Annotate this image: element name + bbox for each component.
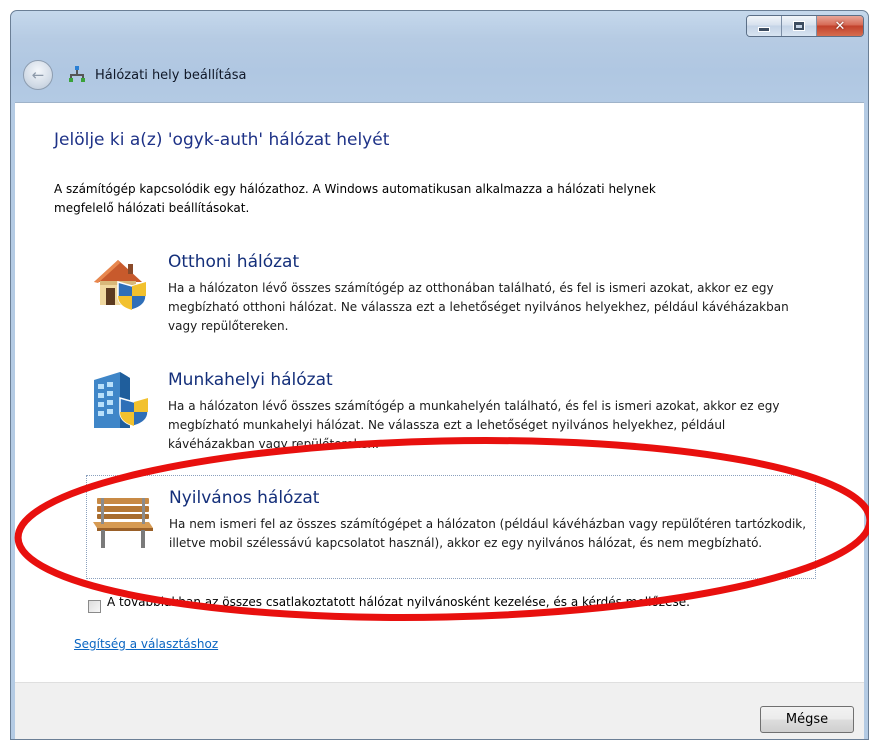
- option-description: Ha a hálózaton lévő összes számítógép az…: [168, 281, 789, 333]
- close-button[interactable]: ✕: [817, 16, 863, 36]
- treat-all-public-row: A továbbiakban az összes csatlakoztatott…: [88, 594, 747, 613]
- office-building-shield-icon: [94, 372, 149, 428]
- option-public-network[interactable]: Nyilvános hálózat Ha nem ismeri fel az ö…: [86, 475, 816, 579]
- option-work-network[interactable]: Munkahelyi hálózat Ha a hálózaton lévő ö…: [76, 370, 816, 470]
- footer: Mégse: [15, 682, 864, 739]
- cancel-button[interactable]: Mégse: [760, 706, 854, 733]
- option-description: Ha nem ismeri fel az összes számítógépet…: [169, 517, 807, 550]
- checkbox-label[interactable]: A továbbiakban az összes csatlakoztatott…: [107, 594, 747, 611]
- network-icon: [69, 66, 85, 82]
- nav-title: Hálózati hely beállítása: [95, 67, 247, 83]
- back-button[interactable]: ←: [23, 60, 53, 90]
- park-bench-icon: [93, 498, 153, 548]
- intro-text: A számítógép kapcsolódik egy hálózathoz.…: [54, 182, 656, 215]
- minimize-icon: [758, 26, 770, 32]
- caption-buttons: ✕: [746, 15, 864, 37]
- option-home-network[interactable]: Otthoni hálózat Ha a hálózaton lévő össz…: [76, 252, 816, 352]
- title-bar[interactable]: ✕: [11, 11, 868, 51]
- home-shield-icon: [94, 260, 147, 311]
- minimize-button[interactable]: [747, 16, 782, 36]
- page-heading: Jelölje ki a(z) 'ogyk-auth' hálózat hely…: [54, 130, 390, 150]
- navigation-bar: ← Hálózati hely beállítása: [23, 59, 246, 91]
- option-title: Munkahelyi hálózat: [168, 370, 333, 390]
- option-description: Ha a hálózaton lévő összes számítógép a …: [168, 399, 780, 451]
- treat-all-public-checkbox[interactable]: [88, 600, 101, 613]
- maximize-button[interactable]: [782, 16, 817, 36]
- help-link[interactable]: Segítség a választáshoz: [74, 637, 218, 651]
- back-arrow-icon: ←: [31, 66, 45, 84]
- close-icon: ✕: [834, 18, 846, 34]
- option-title: Otthoni hálózat: [168, 252, 300, 272]
- maximize-icon: [794, 22, 804, 30]
- option-title: Nyilvános hálózat: [169, 488, 320, 508]
